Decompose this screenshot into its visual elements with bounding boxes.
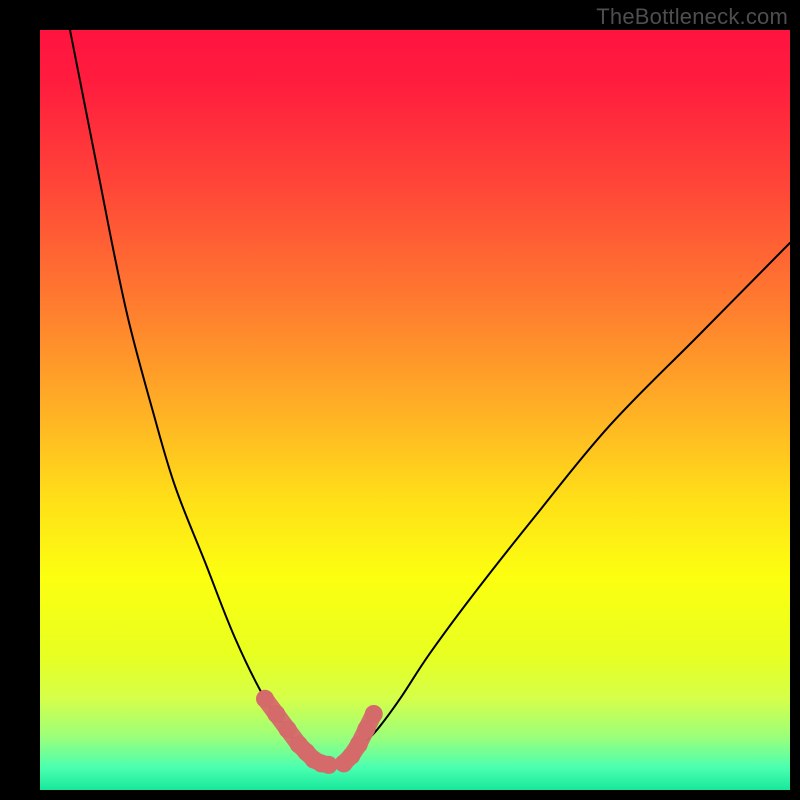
- plot-area: [40, 30, 790, 790]
- marker-dot: [256, 690, 274, 708]
- marker-dot: [267, 705, 285, 723]
- bottleneck-chart-svg: [40, 30, 790, 790]
- chart-frame: TheBottleneck.com: [0, 0, 800, 800]
- marker-dot: [365, 705, 383, 723]
- watermark-text: TheBottleneck.com: [596, 4, 788, 30]
- marker-dot: [279, 720, 297, 738]
